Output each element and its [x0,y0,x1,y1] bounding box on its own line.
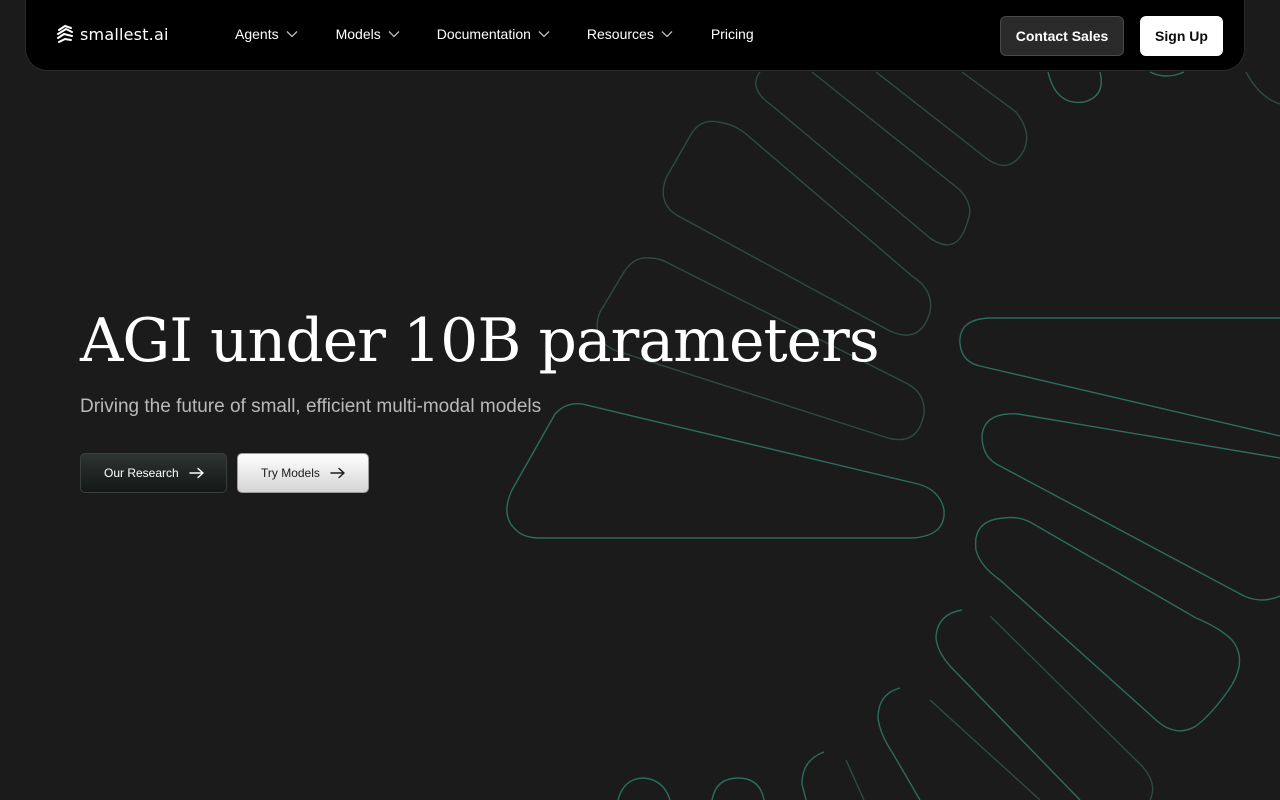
brand-logo[interactable]: smallest.ai [56,24,169,44]
arrow-right-icon [189,467,204,479]
brand-name: smallest.ai [80,24,169,44]
chevron-down-icon [388,31,400,38]
nav-item-models[interactable]: Models [336,26,400,42]
bg-petal [875,71,1028,167]
bg-petal [1149,71,1185,77]
bg-petal [974,516,1241,732]
bg-petal [801,751,825,800]
top-navigation-bar: smallest.ai Agents Models Documentation … [25,0,1245,71]
nav-item-resources[interactable]: Resources [587,26,673,42]
bg-petal [506,403,945,539]
try-models-label: Try Models [261,466,320,480]
bg-petal [959,317,1280,437]
chevron-down-icon [661,31,673,38]
arrow-right-icon [330,467,345,479]
nav-item-label: Agents [235,26,279,42]
bg-petal [617,777,671,800]
our-research-label: Our Research [104,466,179,480]
nav-item-label: Models [335,26,381,42]
bg-petal [845,759,865,800]
bg-petal [711,777,765,800]
nav-item-label: Resources [586,26,654,42]
sign-up-button[interactable]: Sign Up [1140,16,1223,56]
try-models-button[interactable]: Try Models [237,453,369,493]
nav-item-pricing[interactable]: Pricing [711,26,754,42]
hero-title: AGI under 10B parameters [80,306,880,376]
hero-subtitle: Driving the future of small, efficient m… [80,396,542,417]
nav-item-documentation[interactable]: Documentation [437,26,550,42]
nav-item-label: Pricing [710,26,754,42]
contact-sales-button[interactable]: Contact Sales [1000,16,1124,56]
bg-petal [1047,71,1102,104]
chevron-down-icon [286,31,298,38]
bg-petal [1245,71,1280,105]
chevron-down-icon [538,31,550,38]
main-menu: Agents Models Documentation Resources Pr… [235,26,754,42]
nav-item-agents[interactable]: Agents [235,26,298,42]
bg-petal [877,687,921,800]
nav-item-label: Documentation [436,26,531,42]
bg-petal [981,413,1280,601]
bg-petal [929,699,1041,800]
bg-petal [755,71,971,246]
smallest-logo-icon [57,25,73,43]
our-research-button[interactable]: Our Research [80,453,227,493]
